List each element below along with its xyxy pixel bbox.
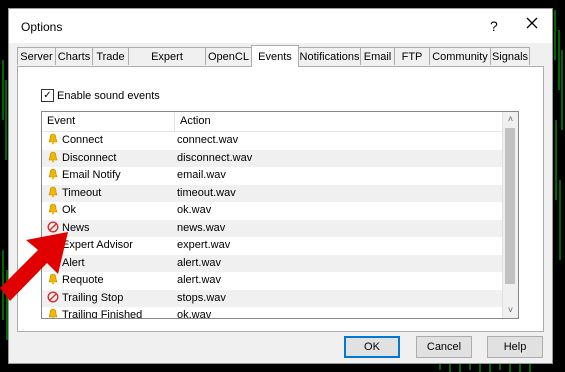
list-item[interactable]: Connect connect.wav	[42, 132, 505, 150]
event-action: alert.wav	[177, 256, 222, 269]
vertical-scrollbar[interactable]: ˄ ˅	[502, 112, 518, 318]
checkbox-box[interactable]: ✓	[41, 89, 54, 102]
cancel-button[interactable]: Cancel	[416, 336, 472, 358]
check-mark-icon: ✓	[43, 89, 52, 101]
tab-signals[interactable]: Signals	[490, 47, 530, 65]
close-button[interactable]	[526, 16, 538, 34]
event-name: Timeout	[47, 185, 175, 203]
list-item[interactable]: Email Notify email.wav	[42, 167, 505, 185]
event-action: expert.wav	[177, 239, 231, 251]
event-name: Ok	[47, 202, 175, 220]
list-item[interactable]: Trailing Stop stops.wav	[42, 289, 505, 307]
list-item[interactable]: Timeout timeout.wav	[42, 184, 505, 203]
event-label: Ok	[62, 204, 77, 216]
title-bar: Options ?	[9, 9, 552, 43]
help-title-button[interactable]: ?	[490, 18, 498, 34]
list-rows: Connect connect.wav Disconnect disconnect.w…	[42, 132, 505, 319]
event-action: ok.wav	[177, 204, 212, 216]
list-header: Event Action	[42, 112, 505, 132]
list-item[interactable]: Trailing Finished ok.wav	[42, 307, 505, 319]
tab-community[interactable]: Community	[429, 47, 491, 65]
event-action: timeout.wav	[177, 186, 236, 199]
event-action: connect.wav	[177, 134, 239, 146]
enable-sound-checkbox[interactable]: ✓ Enable sound events	[41, 89, 160, 102]
events-panel: ✓ Enable sound events Event Action Conne…	[17, 66, 544, 332]
event-action: disconnect.wav	[177, 151, 253, 164]
red-arrow-annotation	[0, 232, 68, 301]
event-name: Disconnect	[47, 150, 175, 168]
event-action: stops.wav	[177, 291, 226, 304]
event-name: Connect	[47, 132, 175, 150]
scroll-thumb[interactable]	[505, 128, 515, 284]
tab-trade[interactable]: Trade	[92, 47, 129, 65]
bell-icon	[48, 151, 58, 162]
event-action: ok.wav	[177, 309, 212, 319]
event-label: Disconnect	[62, 151, 117, 164]
list-item[interactable]: Alert alert.wav	[42, 254, 505, 272]
tab-notifications[interactable]: Notifications	[298, 47, 361, 65]
tab-server[interactable]: Server	[17, 47, 56, 65]
tab-ftp[interactable]: FTP	[394, 47, 430, 65]
list-item[interactable]: Disconnect disconnect.wav	[42, 149, 505, 168]
ok-button[interactable]: OK	[344, 336, 400, 358]
tab-email[interactable]: Email	[360, 47, 395, 65]
event-name: Email Notify	[47, 167, 175, 185]
column-header-event[interactable]: Event	[42, 112, 175, 131]
bell-icon	[48, 133, 58, 145]
list-item[interactable]: Requote alert.wav	[42, 272, 505, 290]
events-list: Event Action Connect connect.wav Disconnec…	[41, 111, 519, 319]
scroll-up-icon[interactable]: ˄	[503, 112, 518, 127]
close-icon	[526, 17, 538, 29]
event-label: Email Notify	[62, 169, 121, 181]
tab-events[interactable]: Events	[251, 45, 299, 67]
list-item[interactable]: News news.wav	[42, 219, 505, 237]
help-button[interactable]: Help	[487, 336, 543, 358]
bell-icon	[48, 168, 58, 180]
bell-icon	[48, 186, 58, 197]
enable-sound-label: Enable sound events	[57, 89, 160, 102]
tab-opencl[interactable]: OpenCL	[205, 47, 252, 65]
tab-expert-advisors[interactable]: Expert Advisors	[128, 47, 206, 81]
options-dialog: Options ? Server Charts Trade Expert Adv…	[8, 8, 553, 364]
event-action: news.wav	[177, 221, 226, 234]
scroll-down-icon[interactable]: ˅	[503, 303, 518, 318]
event-label: Connect	[62, 134, 103, 146]
event-label: Timeout	[62, 186, 102, 199]
event-action: email.wav	[177, 169, 226, 181]
window-title: Options	[21, 20, 63, 34]
event-action: alert.wav	[177, 274, 222, 286]
bell-icon	[48, 203, 58, 215]
column-header-action[interactable]: Action	[175, 112, 505, 131]
list-item[interactable]: Expert Advisor expert.wav	[42, 237, 505, 255]
tab-charts[interactable]: Charts	[55, 47, 93, 65]
list-item[interactable]: Ok ok.wav	[42, 202, 505, 220]
